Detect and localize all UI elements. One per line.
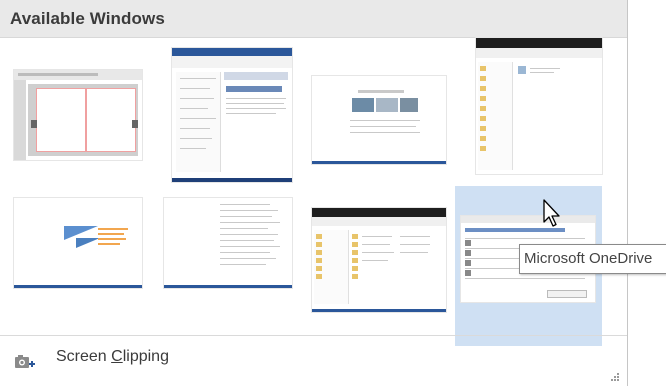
window-preview <box>312 76 446 164</box>
gallery-title: Available Windows <box>10 9 165 28</box>
gallery-header: Available Windows <box>0 0 627 38</box>
screenshot-gallery: Available Windows Screen Clipping <box>0 0 628 386</box>
camera-plus-icon <box>15 355 35 368</box>
window-thumbnail-2[interactable] <box>160 48 296 182</box>
window-thumbnail-3[interactable] <box>310 48 446 174</box>
clip-label-accesskey: C <box>111 348 123 365</box>
window-preview <box>312 208 446 312</box>
mouse-pointer-icon <box>543 199 560 227</box>
window-thumbnail-5[interactable] <box>10 186 146 312</box>
screen-clipping-label: Screen Clipping <box>56 348 169 366</box>
window-thumbnail-4[interactable] <box>470 38 606 174</box>
window-preview <box>172 48 292 182</box>
window-preview <box>14 70 142 160</box>
screen-clipping-button[interactable]: Screen Clipping <box>0 336 627 386</box>
window-thumbnail-6[interactable] <box>160 186 296 312</box>
window-preview <box>164 198 292 288</box>
resize-grip-icon[interactable] <box>610 372 620 382</box>
window-tooltip: Microsoft OneDrive <box>519 244 666 274</box>
window-preview <box>476 38 602 174</box>
clip-label-rest: lipping <box>122 348 169 365</box>
clip-label-prefix: Screen <box>56 348 112 365</box>
window-thumbnail-1[interactable] <box>10 48 146 174</box>
window-preview <box>14 198 142 288</box>
window-thumbnail-7[interactable] <box>310 186 446 312</box>
